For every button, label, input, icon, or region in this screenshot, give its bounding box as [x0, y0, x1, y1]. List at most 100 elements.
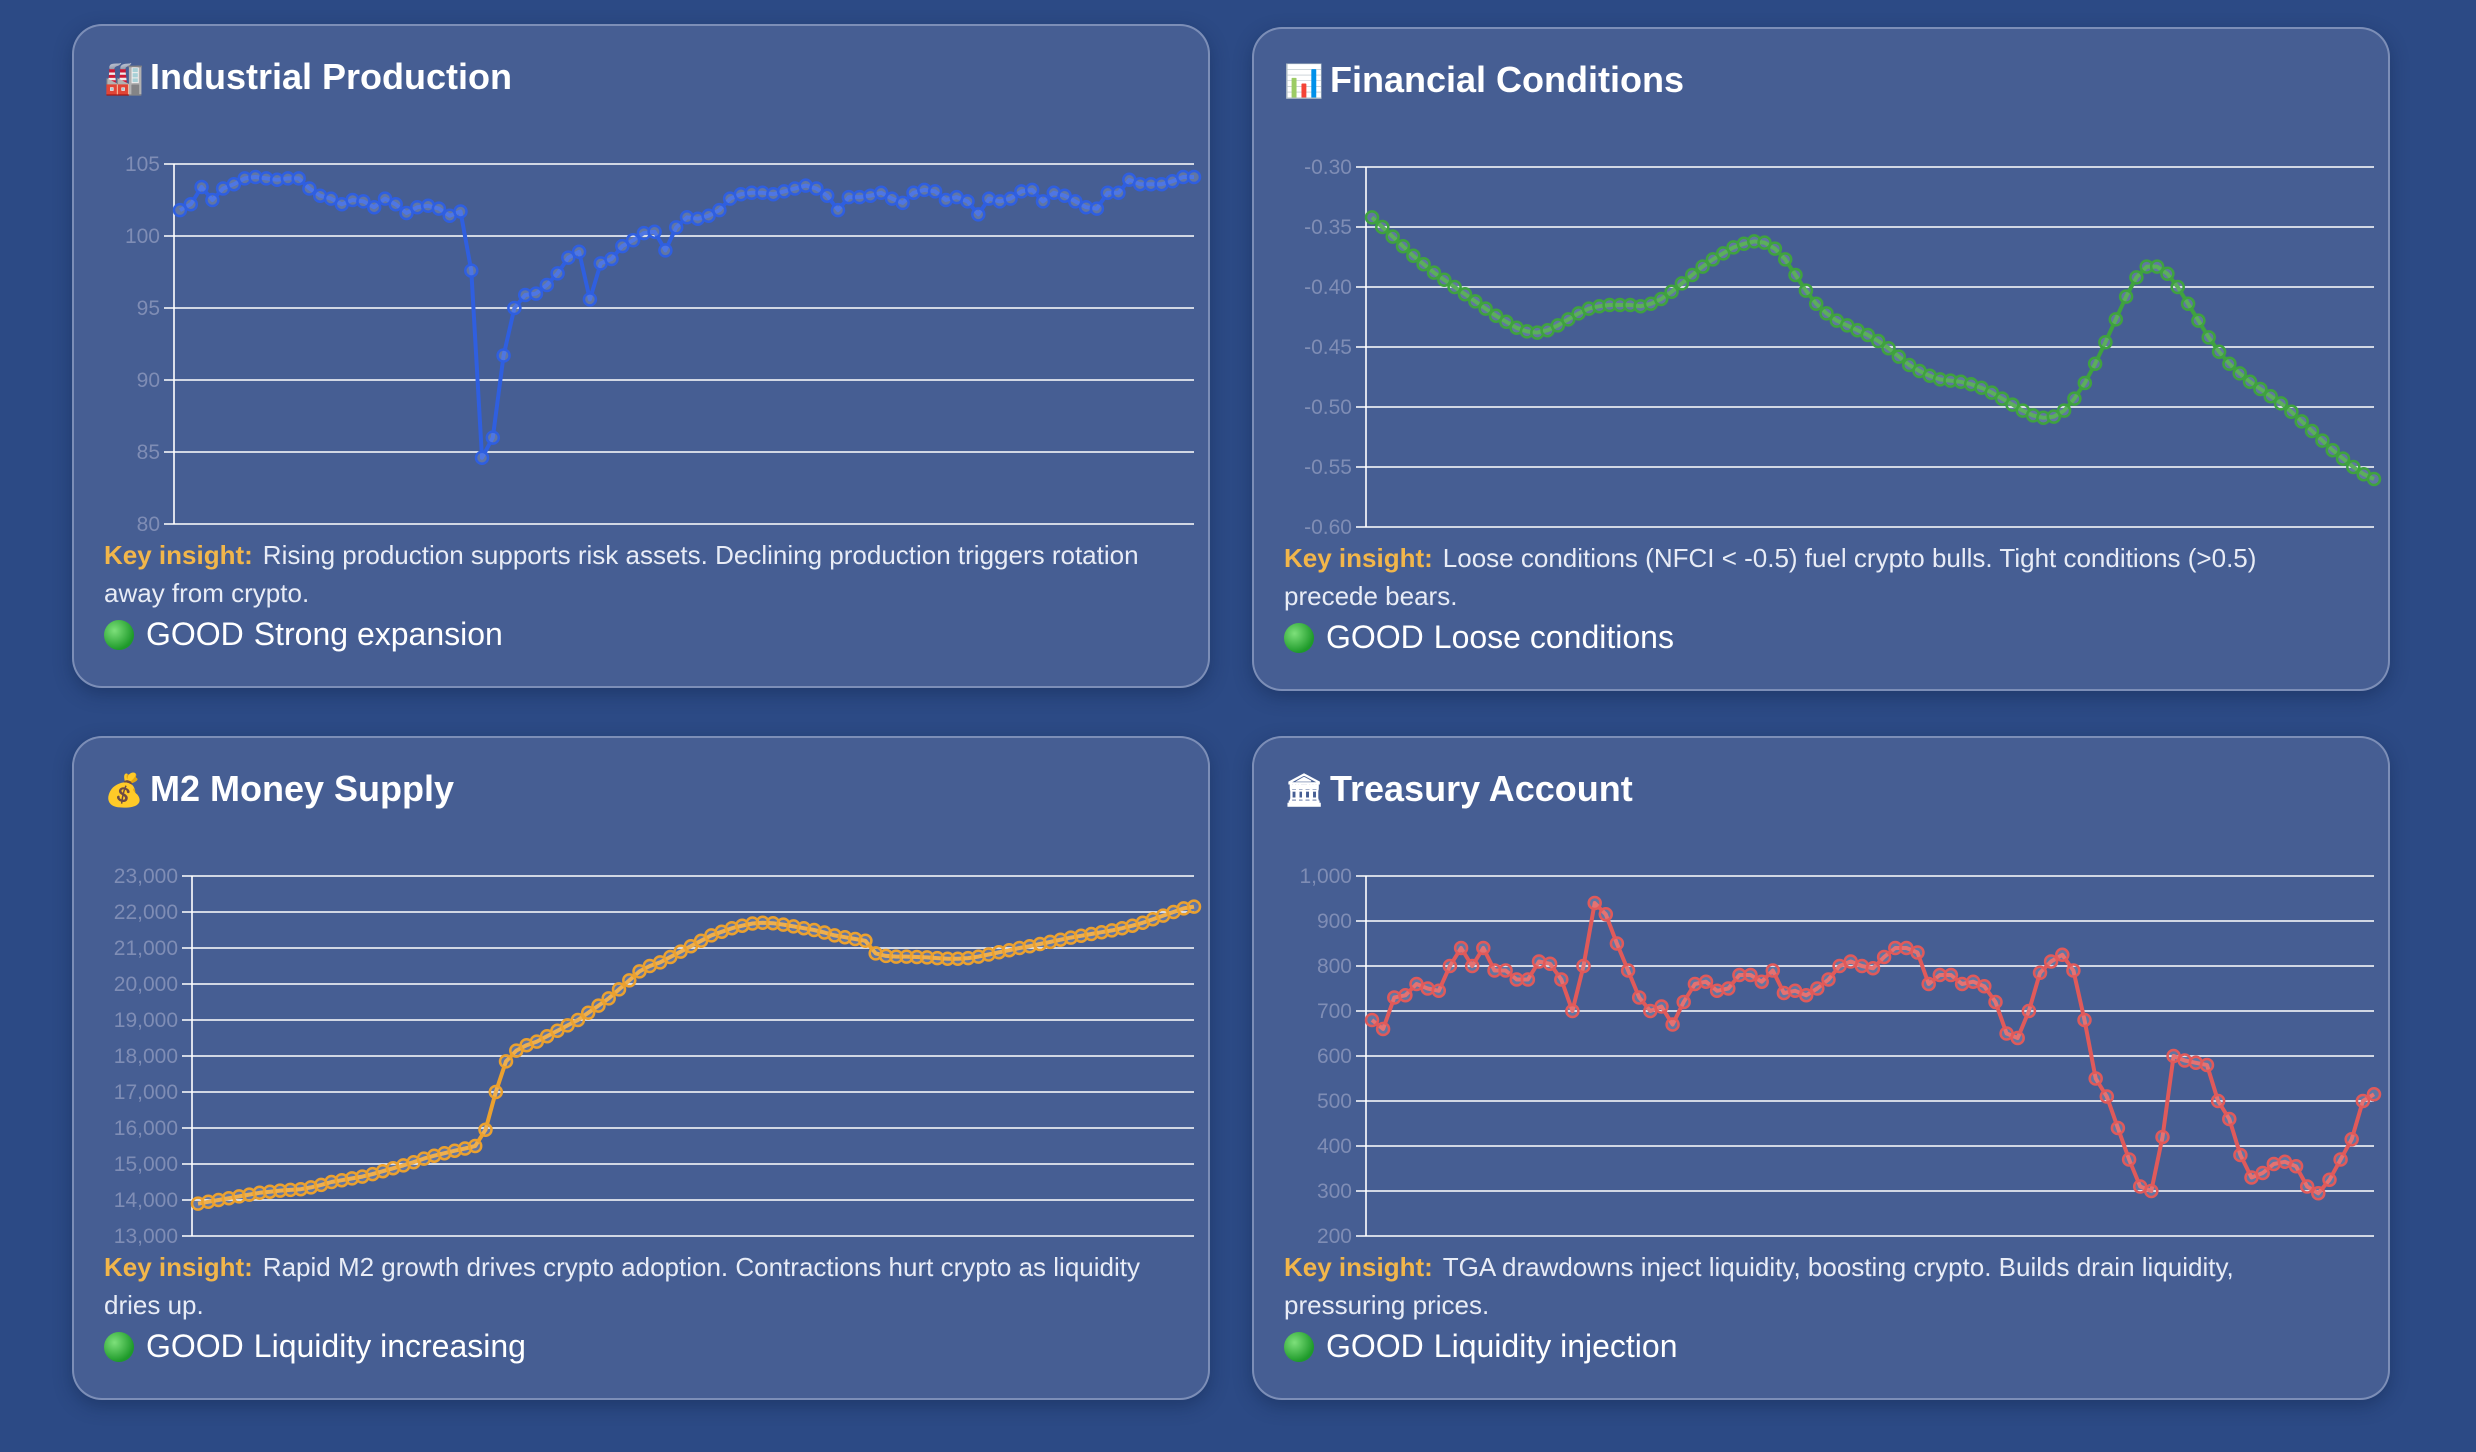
data-point[interactable] [2366, 471, 2382, 487]
data-point[interactable] [453, 204, 468, 219]
data-point[interactable] [1721, 981, 1736, 996]
data-point[interactable] [1798, 988, 1814, 1003]
data-point[interactable] [1767, 241, 1783, 256]
data-point[interactable] [2222, 1111, 2237, 1127]
data-point[interactable] [2304, 423, 2320, 439]
data-point[interactable] [1754, 974, 1769, 989]
data-point[interactable] [647, 224, 662, 239]
data-point[interactable] [485, 430, 501, 445]
data-point[interactable] [1565, 1003, 1580, 1019]
data-point[interactable] [1385, 229, 1400, 244]
data-point[interactable] [2177, 1053, 2192, 1068]
data-point[interactable] [2010, 1030, 2025, 1046]
data-point[interactable] [895, 195, 910, 211]
data-point[interactable] [1765, 963, 1781, 978]
data-point[interactable] [1186, 899, 1202, 914]
data-point[interactable] [1665, 1017, 1680, 1032]
data-point[interactable] [582, 292, 598, 307]
data-point[interactable] [2066, 963, 2081, 978]
data-point[interactable] [1798, 283, 1814, 298]
data-point[interactable] [2098, 334, 2113, 350]
data-point[interactable] [712, 202, 727, 218]
data-point[interactable] [1943, 967, 1959, 983]
data-point[interactable] [1520, 972, 1536, 987]
data-point[interactable] [1364, 1012, 1380, 1028]
data-point[interactable] [2315, 433, 2330, 448]
data-point[interactable] [2043, 954, 2059, 969]
data-point[interactable] [2201, 330, 2216, 345]
data-point[interactable] [498, 1054, 514, 1069]
m2-money-supply-chart[interactable]: 13,000 14,000 15,000 16,000 17,000 18,000 19,0… [74, 838, 1212, 1258]
data-point[interactable] [467, 1138, 483, 1154]
data-point[interactable] [1375, 219, 1390, 235]
data-point[interactable] [1891, 349, 1907, 364]
data-point[interactable] [668, 220, 684, 235]
data-point[interactable] [539, 277, 555, 293]
data-point[interactable] [1810, 981, 1825, 996]
data-point[interactable] [1498, 963, 1513, 978]
data-point[interactable] [2021, 1003, 2037, 1019]
data-point[interactable] [478, 1122, 493, 1138]
data-point[interactable] [1364, 210, 1380, 225]
data-point[interactable] [611, 982, 627, 997]
data-point[interactable] [971, 207, 986, 222]
data-point[interactable] [658, 243, 673, 258]
data-point[interactable] [2077, 1012, 2092, 1028]
data-point[interactable] [2210, 1093, 2226, 1109]
data-point[interactable] [2191, 313, 2206, 328]
data-point[interactable] [1631, 990, 1647, 1005]
data-point[interactable] [291, 171, 306, 186]
data-point[interactable] [2170, 279, 2185, 295]
data-point[interactable] [2077, 375, 2093, 391]
data-point[interactable] [1476, 940, 1491, 956]
data-point[interactable] [2144, 1183, 2159, 1199]
data-point[interactable] [1375, 1021, 1391, 1037]
data-point[interactable] [2129, 270, 2144, 285]
data-point[interactable] [1406, 248, 1421, 264]
data-point[interactable] [1089, 201, 1105, 216]
data-point[interactable] [1024, 182, 1040, 198]
data-point[interactable] [2032, 965, 2048, 981]
data-point[interactable] [2180, 296, 2196, 312]
data-point[interactable] [1676, 994, 1691, 1010]
data-point[interactable] [1664, 284, 1679, 300]
data-point[interactable] [2335, 451, 2351, 466]
data-point[interactable] [2333, 1152, 2348, 1167]
data-point[interactable] [2284, 404, 2299, 420]
data-point[interactable] [1186, 169, 1202, 185]
data-point[interactable] [507, 300, 522, 316]
data-point[interactable] [2067, 391, 2082, 406]
data-point[interactable] [2299, 1179, 2315, 1194]
data-point[interactable] [1876, 949, 1892, 965]
data-point[interactable] [1654, 999, 1669, 1014]
data-point[interactable] [1416, 256, 1431, 272]
data-point[interactable] [1788, 267, 1803, 283]
data-point[interactable] [1808, 296, 1824, 312]
industrial-production-chart[interactable]: 80 85 90 95 100 105 [74, 126, 1212, 546]
data-point[interactable] [388, 197, 403, 212]
data-point[interactable] [528, 286, 544, 301]
data-point[interactable] [1865, 961, 1881, 976]
data-point[interactable] [1395, 238, 1411, 254]
data-point[interactable] [2311, 1186, 2326, 1201]
data-point[interactable] [1674, 276, 1690, 291]
data-point[interactable] [2110, 1120, 2126, 1136]
data-point[interactable] [927, 184, 943, 199]
data-point[interactable] [2355, 1093, 2371, 1109]
data-point[interactable] [830, 202, 846, 218]
data-point[interactable] [1709, 983, 1725, 999]
data-point[interactable] [1035, 194, 1051, 209]
data-point[interactable] [1442, 958, 1458, 974]
data-point[interactable] [2108, 312, 2124, 327]
data-point[interactable] [366, 199, 382, 215]
treasury-account-chart[interactable]: 200 300 400 500 600 700 800 900 1,000 [1254, 838, 2392, 1258]
data-point[interactable] [464, 263, 479, 278]
data-point[interactable] [1576, 958, 1591, 974]
data-point[interactable] [1698, 974, 1714, 989]
data-point[interactable] [960, 194, 975, 209]
data-point[interactable] [1453, 940, 1469, 956]
data-point[interactable] [2344, 1132, 2359, 1147]
data-point[interactable] [1542, 956, 1558, 972]
data-point[interactable] [622, 973, 637, 988]
data-point[interactable] [550, 266, 565, 281]
